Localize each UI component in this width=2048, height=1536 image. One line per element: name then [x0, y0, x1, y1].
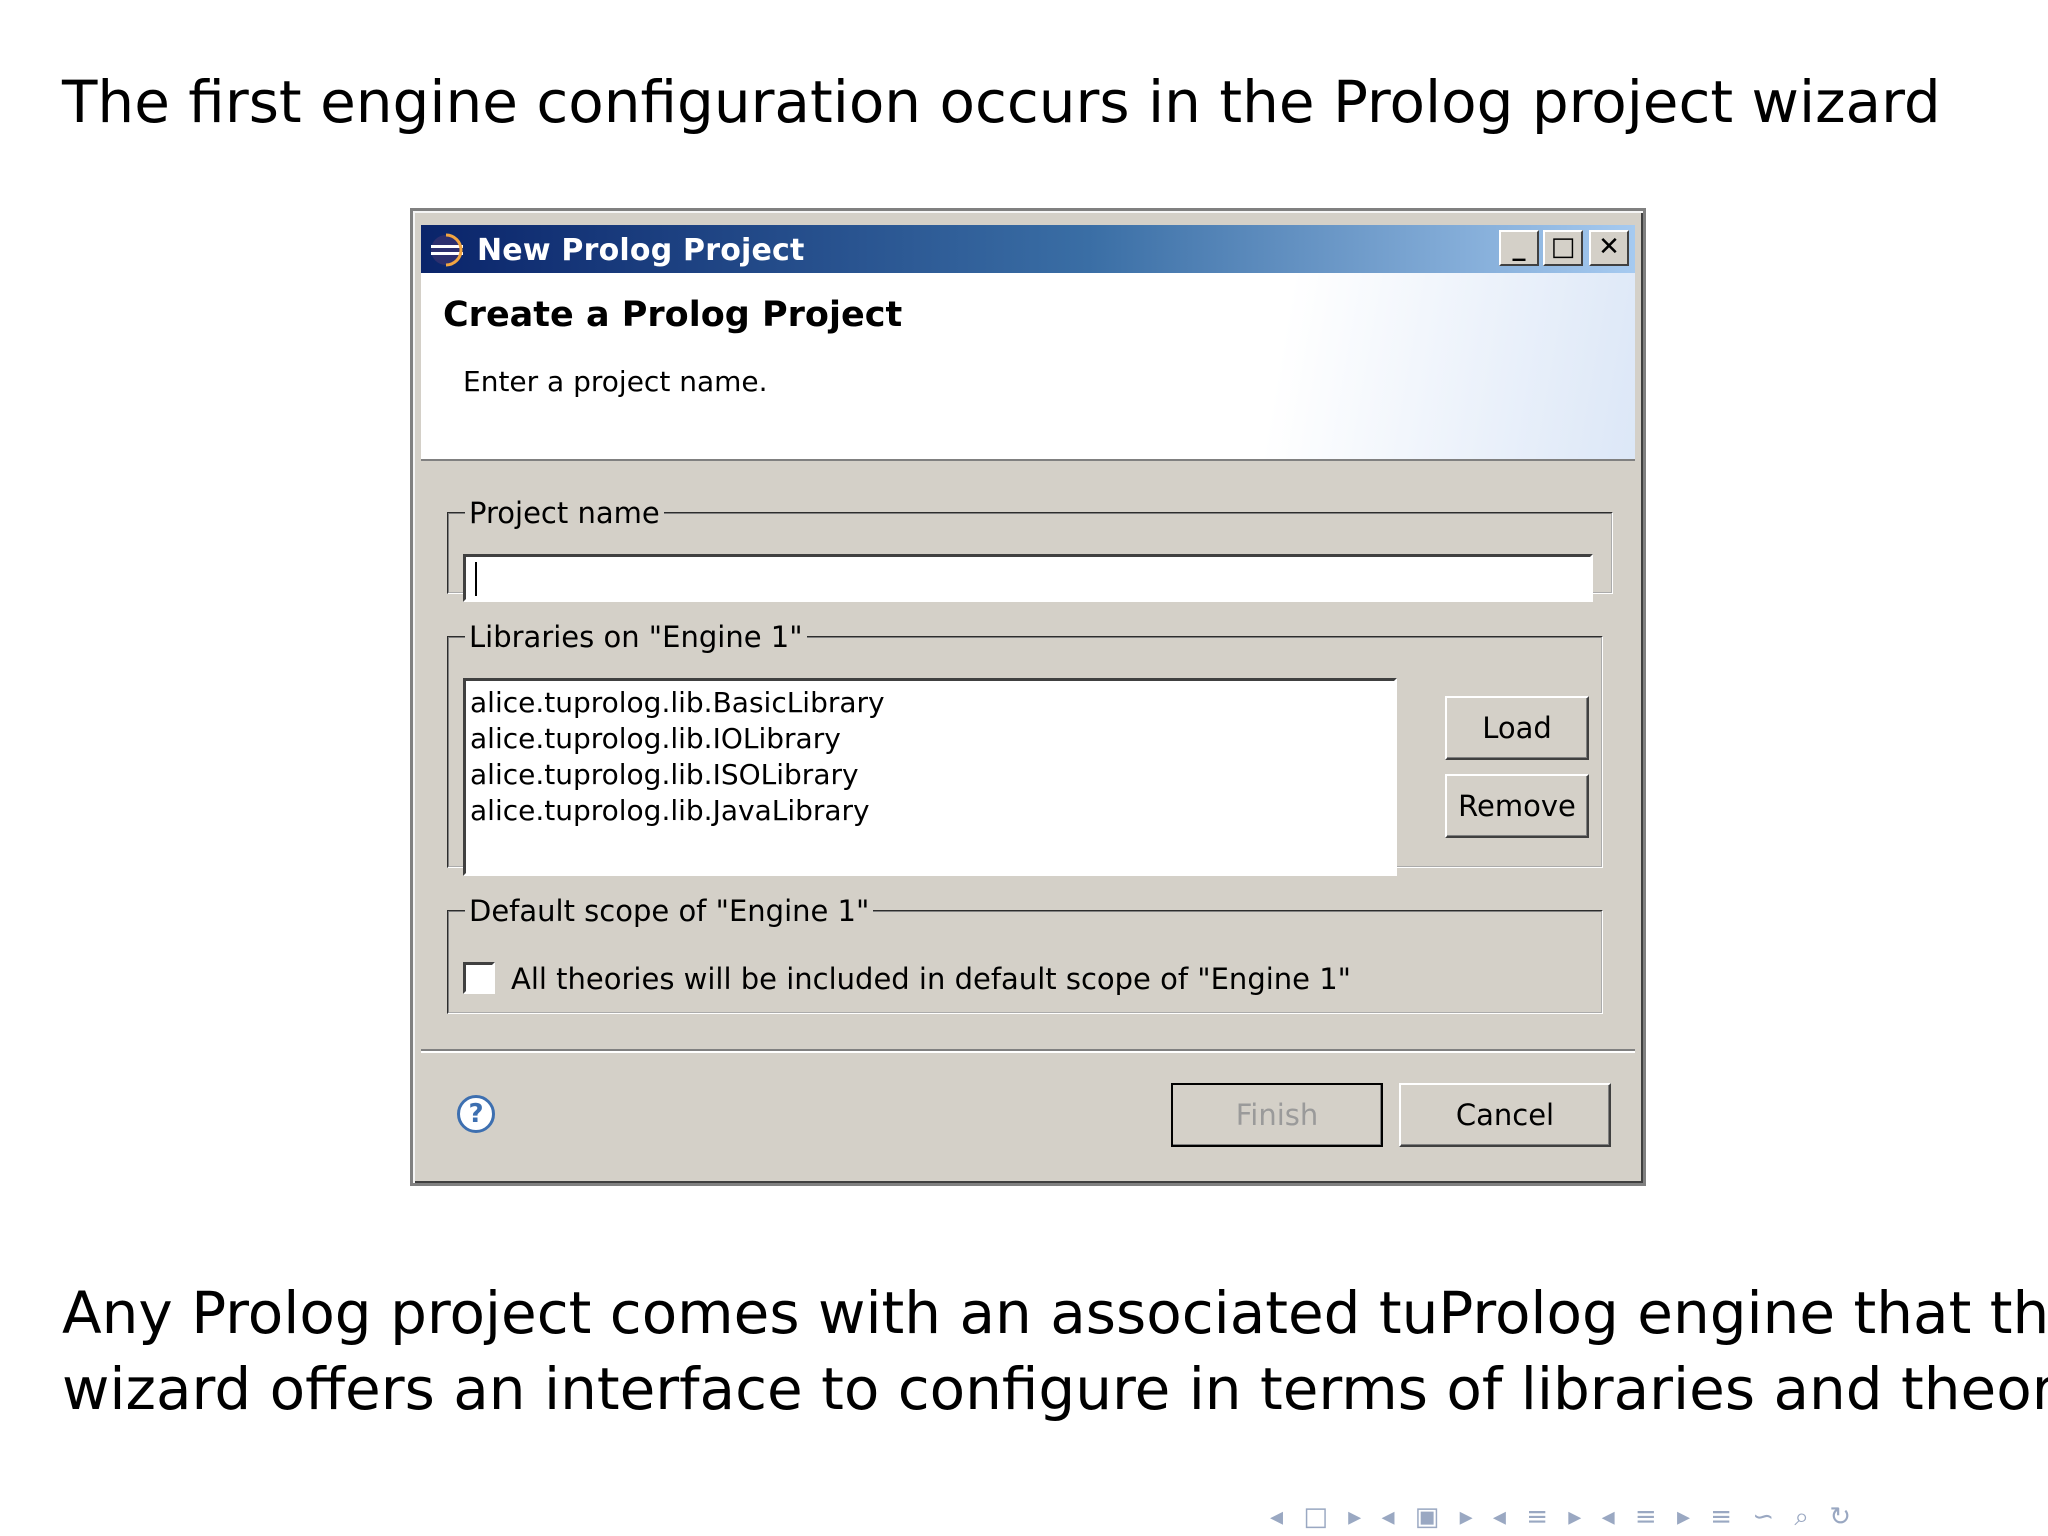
window-title: New Prolog Project	[477, 233, 805, 268]
libraries-list[interactable]: alice.tuprolog.lib.BasicLibrary alice.tu…	[463, 678, 1397, 876]
maximize-button[interactable]: □	[1543, 230, 1583, 266]
default-scope-checkbox[interactable]	[463, 962, 495, 994]
library-item[interactable]: alice.tuprolog.lib.BasicLibrary	[470, 685, 1390, 721]
wizard-page-title: Create a Prolog Project	[443, 295, 903, 335]
dialog-titlebar[interactable]: New Prolog Project _ □ ✕	[421, 225, 1635, 273]
project-name-input[interactable]	[463, 554, 1593, 602]
libraries-group-label: Libraries on "Engine 1"	[469, 620, 803, 654]
help-icon[interactable]: ?	[457, 1095, 495, 1133]
minimize-button[interactable]: _	[1499, 230, 1539, 266]
default-scope-group: Default scope of "Engine 1" All theories…	[447, 894, 1603, 1014]
beamer-navigation-icons[interactable]: ◂ □ ▸ ◂ ▣ ▸ ◂ ≡ ▸ ◂ ≡ ▸ ≡ ∽ ⌕ ↻	[1270, 1502, 1857, 1533]
button-bar-separator	[421, 1049, 1635, 1053]
finish-button[interactable]: Finish	[1171, 1083, 1383, 1147]
library-item[interactable]: alice.tuprolog.lib.ISOLibrary	[470, 757, 1390, 793]
library-item[interactable]: alice.tuprolog.lib.IOLibrary	[470, 721, 1390, 757]
close-button[interactable]: ✕	[1589, 230, 1629, 266]
project-name-group-label: Project name	[469, 496, 660, 530]
slide-heading: The first engine configuration occurs in…	[62, 68, 1941, 136]
remove-button[interactable]: Remove	[1445, 774, 1589, 838]
text-cursor	[475, 562, 477, 596]
default-scope-checkbox-label[interactable]: All theories will be included in default…	[511, 962, 1351, 996]
wizard-page-description: Enter a project name.	[463, 365, 768, 398]
default-scope-group-label: Default scope of "Engine 1"	[469, 894, 870, 928]
slide-caption-line-2: wizard offers an interface to configure …	[62, 1355, 2048, 1423]
cancel-button[interactable]: Cancel	[1399, 1083, 1611, 1147]
wizard-banner: Create a Prolog Project Enter a project …	[421, 273, 1635, 461]
slide-caption-line-1: Any Prolog project comes with an associa…	[62, 1279, 2048, 1347]
load-button[interactable]: Load	[1445, 696, 1589, 760]
eclipse-icon	[431, 233, 463, 267]
library-item[interactable]: alice.tuprolog.lib.JavaLibrary	[470, 793, 1390, 829]
libraries-group: Libraries on "Engine 1" alice.tuprolog.l…	[447, 620, 1603, 876]
new-prolog-project-dialog: New Prolog Project _ □ ✕ Create a Prolog…	[410, 208, 1646, 1186]
project-name-group: Project name	[447, 496, 1613, 602]
